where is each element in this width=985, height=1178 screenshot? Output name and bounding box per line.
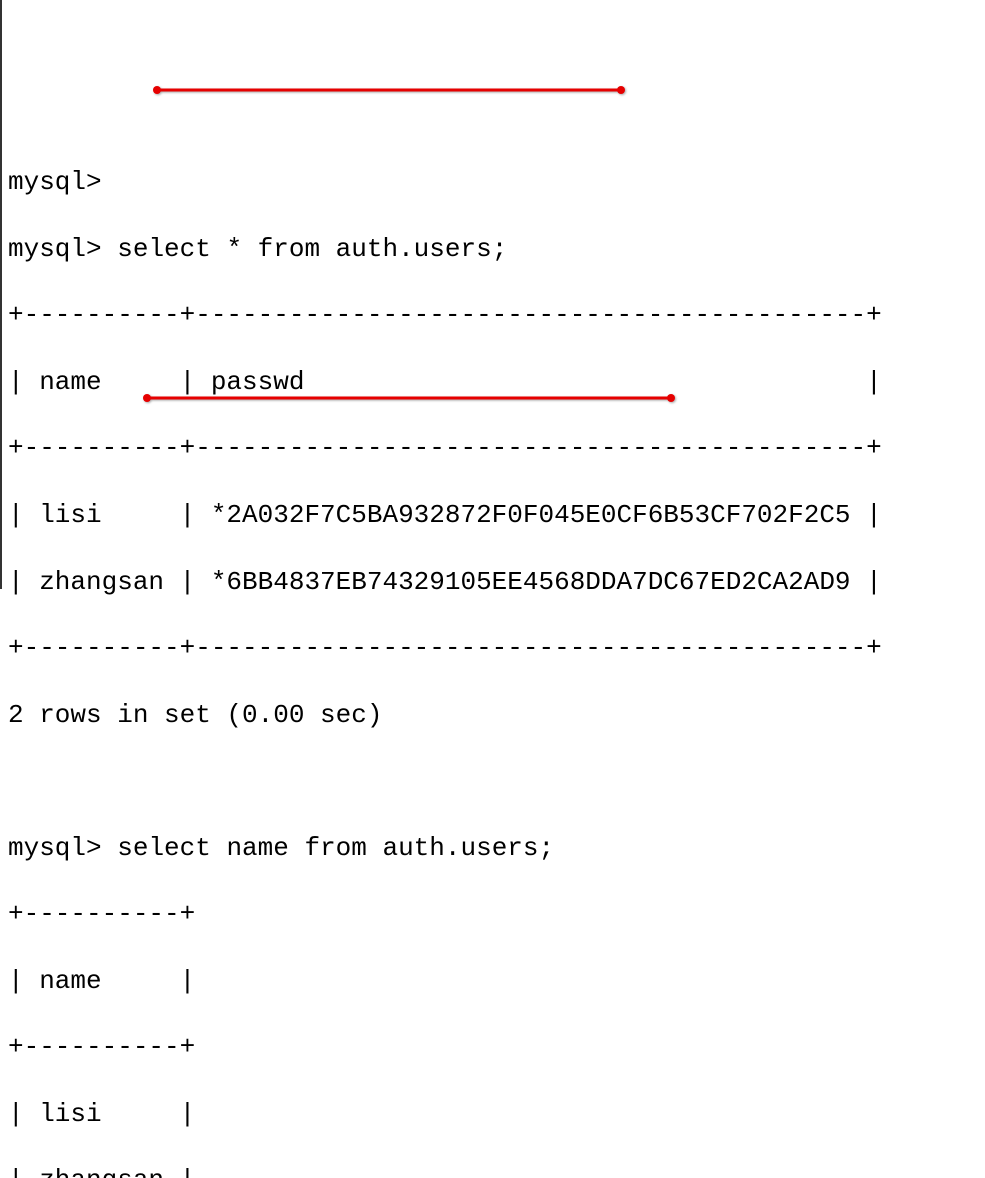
annotation-underline-1: [120, 42, 592, 46]
table2-row1: | lisi |: [8, 1098, 985, 1131]
prompt: mysql>: [8, 234, 102, 264]
query2-line: mysql> select name from auth.users;: [8, 832, 985, 865]
table2-border-top: +----------+: [8, 898, 985, 931]
prompt-line-cut: mysql>: [8, 166, 985, 199]
blank-line: [8, 765, 985, 798]
table1-border-top: +----------+----------------------------…: [8, 299, 985, 332]
prompt: mysql>: [8, 833, 102, 863]
table1-border-mid: +----------+----------------------------…: [8, 432, 985, 465]
table2-row2: | zhangsan |: [8, 1164, 985, 1178]
terminal-output: mysql> mysql> select * from auth.users; …: [2, 133, 985, 1178]
query1-footer: 2 rows in set (0.00 sec): [8, 699, 985, 732]
table1-border-bot: +----------+----------------------------…: [8, 632, 985, 665]
query2-command: select name from auth.users;: [117, 833, 554, 863]
table2-border-mid: +----------+: [8, 1031, 985, 1064]
table2-header: | name |: [8, 965, 985, 998]
table1-header: | name | passwd |: [8, 366, 985, 399]
query1-command: select * from auth.users;: [117, 234, 507, 264]
table1-row2: | zhangsan | *6BB4837EB74329105EE4568DDA…: [8, 566, 985, 599]
table1-row1: | lisi | *2A032F7C5BA932872F0F045E0CF6B5…: [8, 499, 985, 532]
query1-line: mysql> select * from auth.users;: [8, 233, 985, 266]
